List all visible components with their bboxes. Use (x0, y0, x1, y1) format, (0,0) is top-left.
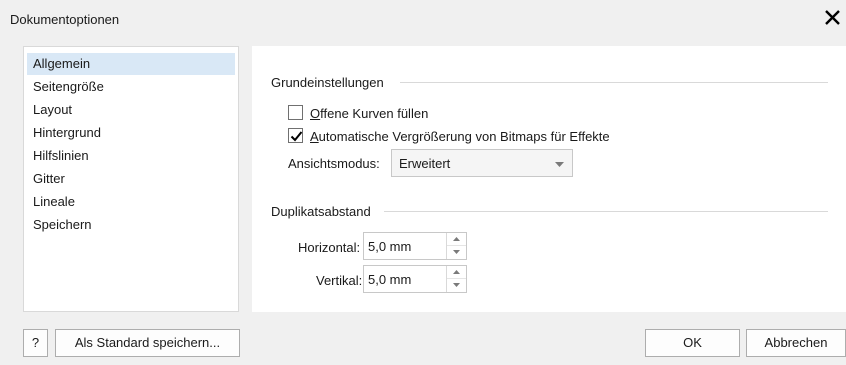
close-button[interactable] (818, 4, 846, 34)
category-list: Allgemein Seitengröße Layout Hintergrund… (23, 46, 239, 312)
group-divider (384, 211, 828, 212)
sidebar-item-gitter[interactable]: Gitter (27, 168, 235, 190)
vertical-decrement-button[interactable] (447, 279, 466, 292)
arrow-up-icon (453, 270, 460, 274)
auto-enlarge-bitmaps-checkbox[interactable] (288, 128, 303, 143)
fill-open-curves-label: Offene Kurven füllen (310, 106, 429, 121)
view-mode-label: Ansichtsmodus: (288, 156, 380, 171)
horizontal-decrement-button[interactable] (447, 246, 466, 259)
horizontal-increment-button[interactable] (447, 233, 466, 246)
sidebar-item-hintergrund[interactable]: Hintergrund (27, 122, 235, 144)
spinner-buttons (446, 266, 466, 292)
chevron-down-icon (555, 162, 564, 167)
spinner-buttons (446, 233, 466, 259)
auto-enlarge-bitmaps-label: Automatische Vergrößerung von Bitmaps fü… (310, 129, 610, 144)
sidebar-item-lineale[interactable]: Lineale (27, 191, 235, 213)
settings-panel: Grundeinstellungen Offene Kurven füllen … (252, 46, 846, 312)
help-button[interactable]: ? (23, 329, 48, 357)
arrow-up-icon (453, 237, 460, 241)
group-divider (400, 82, 828, 83)
view-mode-select[interactable]: Erweitert (391, 149, 573, 177)
horizontal-label: Horizontal: (298, 240, 361, 255)
save-as-default-button[interactable]: Als Standard speichern... (55, 329, 240, 357)
close-icon (825, 10, 840, 25)
group-title-duplikatsabstand: Duplikatsabstand (271, 204, 371, 219)
sidebar-item-hilfslinien[interactable]: Hilfslinien (27, 145, 235, 167)
checkmark-icon (290, 131, 303, 142)
view-mode-value: Erweitert (399, 156, 451, 171)
ok-button[interactable]: OK (645, 329, 740, 357)
horizontal-spinner[interactable]: 5,0 mm (363, 232, 467, 260)
vertical-value: 5,0 mm (368, 272, 412, 287)
arrow-down-icon (453, 283, 460, 287)
cancel-button[interactable]: Abbrechen (746, 329, 846, 357)
horizontal-value: 5,0 mm (368, 239, 412, 254)
group-title-grundeinstellungen: Grundeinstellungen (271, 75, 384, 90)
sidebar-item-seitengroesse[interactable]: Seitengröße (27, 76, 235, 98)
sidebar-item-layout[interactable]: Layout (27, 99, 235, 121)
sidebar-item-speichern[interactable]: Speichern (27, 214, 235, 236)
vertical-label: Vertikal: (316, 273, 363, 288)
title-bar: Dokumentoptionen (0, 0, 846, 38)
arrow-down-icon (453, 250, 460, 254)
vertical-spinner[interactable]: 5,0 mm (363, 265, 467, 293)
fill-open-curves-checkbox[interactable] (288, 105, 303, 120)
sidebar-item-allgemein[interactable]: Allgemein (27, 53, 235, 75)
vertical-increment-button[interactable] (447, 266, 466, 279)
window-title: Dokumentoptionen (10, 12, 120, 27)
